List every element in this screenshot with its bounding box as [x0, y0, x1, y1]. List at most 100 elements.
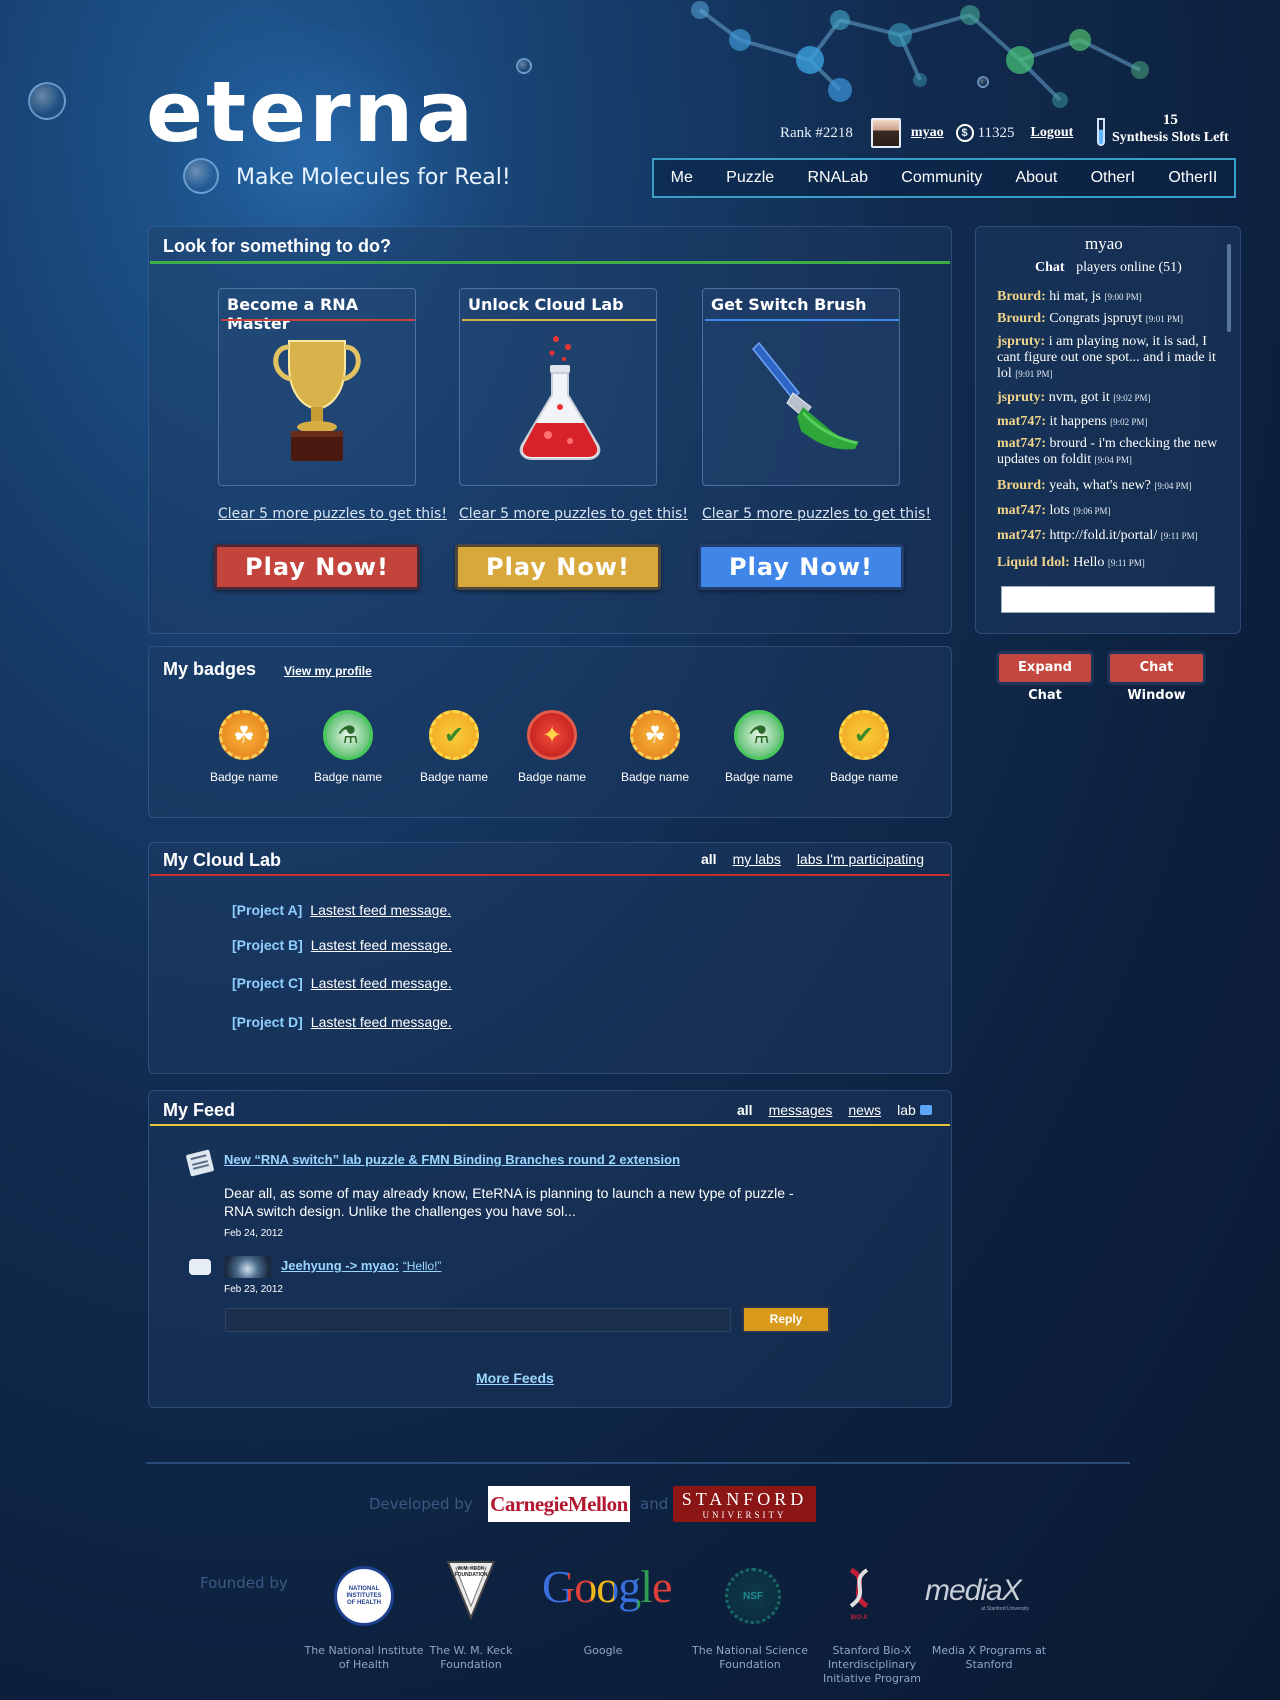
badge-name: Badge name — [724, 770, 794, 784]
reply-button[interactable]: Reply — [742, 1306, 830, 1333]
project-tag[interactable]: [Project D] — [232, 1014, 303, 1030]
badge-item[interactable]: ✔ Badge name — [819, 710, 909, 784]
badge-item[interactable]: ⚗ Badge name — [303, 710, 393, 784]
clear-puzzles-link[interactable]: Clear 5 more puzzles to get this! — [218, 506, 447, 522]
project-message[interactable]: Lastest feed message. — [311, 975, 452, 991]
badge-medal-icon: ✦ — [527, 710, 577, 760]
chat-window-button[interactable]: Chat Window — [1107, 651, 1206, 703]
badge-item[interactable]: ✔ Badge name — [409, 710, 499, 784]
cloud-lab-card[interactable]: Unlock Cloud Lab — [459, 288, 657, 486]
eterna-logo[interactable]: eterna — [146, 70, 476, 154]
switch-brush-card[interactable]: Get Switch Brush — [702, 288, 900, 486]
nav-other-ii[interactable]: OtherII — [1168, 169, 1217, 187]
nav-me[interactable]: Me — [671, 169, 693, 187]
google-logo[interactable]: Google — [542, 1562, 672, 1612]
more-feeds-link[interactable]: More Feeds — [476, 1370, 554, 1386]
clear-puzzles-link[interactable]: Clear 5 more puzzles to get this! — [459, 506, 688, 522]
chat-author[interactable]: mat747: — [997, 528, 1046, 543]
founded-by-label: Founded by — [200, 1574, 288, 1592]
tab-lab[interactable]: lab — [897, 1102, 932, 1118]
project-message[interactable]: Lastest feed message. — [311, 937, 452, 953]
tab-lab-label: lab — [897, 1102, 916, 1118]
keck-logo[interactable]: W.M. KECK FOUNDATION — [446, 1560, 496, 1621]
news-title-link[interactable]: New “RNA switch” lab puzzle & FMN Bindin… — [224, 1152, 680, 1167]
badge-name: Badge name — [829, 770, 899, 784]
rank-text: Rank #2218 — [780, 124, 853, 141]
flask-icon — [519, 336, 601, 460]
cmu-logo[interactable]: CarnegieMellon — [488, 1486, 630, 1522]
coin-icon: $ — [955, 124, 974, 142]
chat-author[interactable]: mat747: — [997, 436, 1046, 451]
chat-time: [9:02 PM] — [1113, 393, 1151, 403]
chat-author[interactable]: mat747: — [997, 503, 1046, 518]
play-now-button[interactable]: Play Now! — [698, 544, 904, 590]
news-body: Dear all, as some of may already know, E… — [224, 1185, 794, 1219]
nih-logo[interactable]: NATIONAL INSTITUTES OF HEALTH — [334, 1566, 394, 1626]
chat-author[interactable]: jspruty: — [997, 334, 1045, 349]
avatar[interactable] — [870, 118, 901, 148]
badge-item[interactable]: ☘ Badge name — [610, 710, 700, 784]
project-tag[interactable]: [Project B] — [232, 937, 303, 953]
chat-author[interactable]: Brourd: — [997, 311, 1046, 326]
badges-title: My badges — [163, 659, 257, 679]
stanford-logo[interactable]: STANFORD UNIVERSITY — [673, 1486, 816, 1522]
players-online[interactable]: players online (51) — [1076, 260, 1182, 275]
chat-text: it happens — [1049, 414, 1107, 429]
tab-all[interactable]: all — [737, 1102, 753, 1118]
news-date: Feb 24, 2012 — [224, 1228, 283, 1239]
tab-all[interactable]: all — [701, 851, 717, 867]
reply-input[interactable] — [225, 1308, 731, 1332]
tab-messages[interactable]: messages — [769, 1102, 833, 1118]
chat-text: hi mat, js — [1049, 289, 1101, 304]
expand-chat-button[interactable]: Expand Chat — [996, 651, 1094, 703]
nav-other-i[interactable]: OtherI — [1091, 169, 1135, 187]
rna-master-card[interactable]: Become a RNA Master — [218, 288, 416, 486]
test-tube-icon — [1097, 118, 1105, 146]
chat-time: [9:00 PM] — [1104, 292, 1142, 302]
chat-author[interactable]: Liquid Idol: — [997, 555, 1070, 570]
sender-thumbnail[interactable] — [224, 1256, 271, 1278]
project-tag[interactable]: [Project A] — [232, 902, 302, 918]
nav-community[interactable]: Community — [901, 169, 982, 187]
biox-logo-text: BIO-X — [850, 1615, 868, 1621]
project-tag[interactable]: [Project C] — [232, 975, 303, 991]
stanford-logo-bottom: UNIVERSITY — [702, 1510, 787, 1520]
project-message[interactable]: Lastest feed message. — [310, 902, 451, 918]
play-now-button[interactable]: Play Now! — [214, 544, 420, 590]
chat-author[interactable]: Brourd: — [997, 289, 1046, 304]
logout-link[interactable]: Logout — [1031, 125, 1074, 141]
chat-input[interactable] — [1001, 586, 1215, 613]
nav-puzzle[interactable]: Puzzle — [726, 169, 774, 187]
card-underline — [221, 319, 415, 321]
nsf-logo[interactable]: NSF — [725, 1568, 781, 1624]
project-message[interactable]: Lastest feed message. — [311, 1014, 452, 1030]
tab-my-labs[interactable]: my labs — [733, 851, 781, 867]
badge-item[interactable]: ✦ Badge name — [507, 710, 597, 784]
badge-item[interactable]: ⚗ Badge name — [714, 710, 804, 784]
message-line[interactable]: Jeehyung -> myao: “Hello!” — [281, 1258, 441, 1273]
chat-author[interactable]: jspruty: — [997, 390, 1045, 405]
biox-logo[interactable]: BIO-X — [841, 1566, 877, 1624]
tab-news[interactable]: news — [848, 1102, 881, 1118]
chat-text: Hello — [1073, 555, 1105, 570]
chat-time: [9:11 PM] — [1160, 531, 1198, 541]
nav-about[interactable]: About — [1015, 169, 1057, 187]
chat-author[interactable]: Brourd: — [997, 478, 1046, 493]
card-underline — [705, 319, 899, 321]
sponsor-name: The National Science Foundation — [692, 1644, 808, 1671]
badge-item[interactable]: ☘ Badge name — [199, 710, 289, 784]
view-profile-link[interactable]: View my profile — [284, 664, 372, 678]
chat-message: Brourd: hi mat, js [9:00 PM] — [997, 289, 1229, 305]
nav-rnalab[interactable]: RNALab — [808, 169, 868, 187]
biox-helix-icon — [849, 1567, 869, 1609]
clear-puzzles-link[interactable]: Clear 5 more puzzles to get this! — [702, 506, 931, 522]
play-now-button[interactable]: Play Now! — [455, 544, 661, 590]
username-link[interactable]: myao — [911, 125, 944, 141]
badge-medal-icon: ☘ — [219, 710, 269, 760]
mediax-logo[interactable]: mediaX at Stanford University — [925, 1574, 1029, 1614]
card-title: Become a RNA Master — [227, 295, 359, 333]
chat-author[interactable]: mat747: — [997, 414, 1046, 429]
tab-labs-participating[interactable]: labs I'm participating — [797, 851, 924, 867]
coin-count: 11325 — [977, 124, 1015, 141]
brush-icon — [751, 341, 859, 450]
